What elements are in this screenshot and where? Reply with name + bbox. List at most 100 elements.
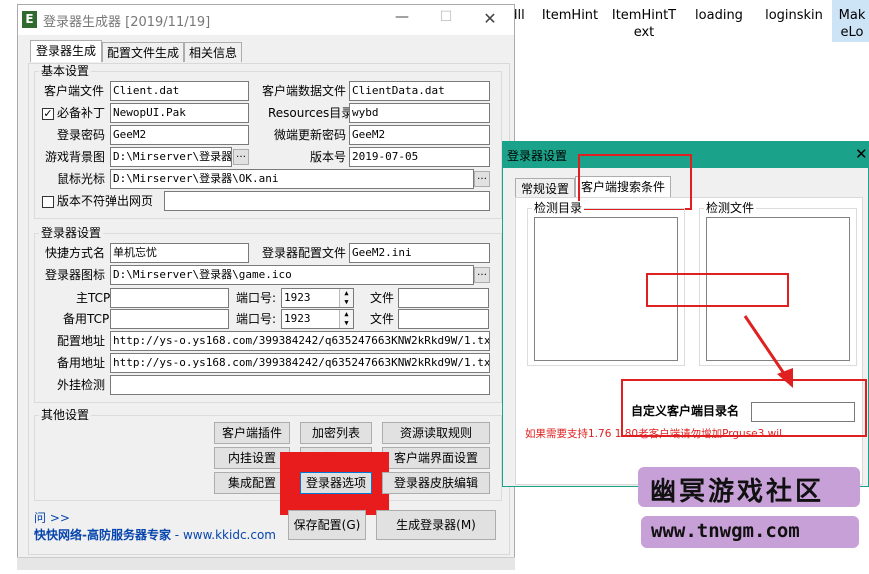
generate-launcher-button[interactable]: 生成登录器(M) bbox=[376, 510, 496, 540]
shortcut-input[interactable]: 单机忘忧 bbox=[110, 243, 249, 263]
patch-input[interactable]: NewopUI.Pak bbox=[110, 103, 249, 123]
backup-file-input[interactable] bbox=[398, 309, 489, 329]
custom-dir-label: 自定义客户端目录名 bbox=[631, 404, 740, 418]
dialog-tab-general[interactable]: 常规设置 bbox=[515, 178, 575, 198]
backup-url-label: 备用地址 bbox=[57, 356, 106, 370]
launcher-config-label: 登录器配置文件 bbox=[262, 246, 347, 260]
backup-port-spin-icon[interactable]: ▲ ▼ bbox=[339, 310, 353, 328]
backup-url-input[interactable]: http://ys-o.ys168.com/399384242/q6352476… bbox=[110, 353, 490, 373]
backup-port-stepper[interactable]: 1923 ▲ ▼ bbox=[281, 309, 354, 329]
client-data-label: 客户端数据文件 bbox=[262, 84, 347, 98]
plugin-check-input[interactable] bbox=[110, 375, 490, 395]
login-settings-title: 登录器设置 bbox=[39, 226, 104, 240]
shortcut-label: 快捷方式名 bbox=[45, 246, 106, 260]
tab-related-info[interactable]: 相关信息 bbox=[184, 42, 242, 62]
client-file-label: 客户端文件 bbox=[44, 84, 105, 98]
micro-update-password-input[interactable]: GeeM2 bbox=[349, 125, 490, 145]
company-website-link[interactable]: www.kkidc.com bbox=[183, 528, 276, 542]
tab-config-generator[interactable]: 配置文件生成 bbox=[102, 42, 184, 62]
watermark-title: 幽冥游戏社区 bbox=[650, 477, 825, 507]
config-url-label: 配置地址 bbox=[57, 334, 106, 348]
main-tcp-input[interactable] bbox=[110, 288, 229, 308]
login-password-input[interactable]: GeeM2 bbox=[110, 125, 249, 145]
dialog-close-icon[interactable]: ✕ bbox=[855, 145, 868, 163]
tab-strip: 登录器生成 配置文件生成 相关信息 bbox=[28, 40, 508, 64]
launcher-config-input[interactable]: GeeM2.ini bbox=[349, 243, 490, 263]
launcher-skin-edit-button[interactable]: 登录器皮肤编辑 bbox=[382, 472, 490, 494]
client-plugin-button[interactable]: 客户端插件 bbox=[214, 422, 290, 444]
client-data-input[interactable]: ClientData.dat bbox=[349, 81, 490, 101]
main-port-value: 1923 bbox=[284, 291, 311, 304]
company-name: 快快网络-高防服务器专家 bbox=[34, 528, 171, 542]
launcher-icon-browse-button[interactable]: … bbox=[474, 267, 490, 283]
other-settings-title: 其他设置 bbox=[39, 408, 92, 422]
company-dash: - bbox=[170, 528, 183, 542]
backup-port-value: 1923 bbox=[284, 312, 311, 325]
cursor-label: 鼠标光标 bbox=[57, 172, 106, 186]
patch-label: 必备补丁 bbox=[57, 106, 106, 120]
plugin-check-label: 外挂检测 bbox=[57, 378, 106, 392]
cursor-input[interactable]: D:\Mirserver\登录器\OK.ani bbox=[110, 169, 474, 189]
no-popup-label: 版本不符弹出网页 bbox=[57, 194, 154, 208]
backup-file-label: 文件 bbox=[370, 312, 395, 326]
desktop-icon-label-makelo: MakeLo bbox=[838, 8, 866, 40]
watermark-title-badge: 幽冥游戏社区 bbox=[638, 467, 860, 507]
main-file-label: 文件 bbox=[370, 291, 395, 305]
resources-label: Resources目录 bbox=[268, 106, 354, 120]
desktop-icon-label-loginskin[interactable]: loginskin bbox=[758, 7, 830, 24]
internal-plugin-button[interactable]: 内挂设置 bbox=[214, 447, 290, 469]
minimize-button[interactable]: — bbox=[390, 9, 414, 25]
version-label: 版本号 bbox=[310, 150, 347, 164]
watermark-url: www.tnwgm.com bbox=[651, 520, 800, 542]
backup-tcp-input[interactable] bbox=[110, 309, 229, 329]
close-button[interactable]: ✕ bbox=[478, 9, 502, 28]
integrated-config-button[interactable]: 集成配置 bbox=[214, 472, 290, 494]
bottom-scroll-strip bbox=[17, 557, 515, 570]
backup-port-label: 端口号: bbox=[236, 312, 277, 326]
launcher-options-button[interactable]: 登录器选项 bbox=[300, 472, 372, 494]
empty-highlight-box bbox=[646, 273, 789, 307]
company-line: 快快网络-高防服务器专家 - www.kkidc.com bbox=[34, 526, 276, 544]
game-bg-label: 游戏背景图 bbox=[45, 150, 106, 164]
tab-highlight-box bbox=[578, 154, 692, 210]
main-file-input[interactable] bbox=[398, 288, 489, 308]
main-port-stepper[interactable]: 1923 ▲ ▼ bbox=[281, 288, 354, 308]
game-bg-input[interactable]: D:\Mirserver\登录器\ bbox=[110, 147, 232, 167]
main-port-spin-icon[interactable]: ▲ ▼ bbox=[339, 289, 353, 307]
launcher-icon-label: 登录器图标 bbox=[45, 268, 106, 282]
no-popup-checkbox[interactable] bbox=[42, 196, 54, 208]
desktop-icon-label-itemhinttext[interactable]: ItemHintText bbox=[610, 7, 678, 41]
maximize-button[interactable]: ☐ bbox=[434, 9, 458, 25]
save-config-button[interactable]: 保存配置(G) bbox=[288, 510, 366, 540]
resources-input[interactable]: wybd bbox=[349, 103, 490, 123]
no-popup-url-input[interactable] bbox=[164, 191, 490, 211]
desktop-icon-makelo[interactable]: MakeLo bbox=[832, 0, 869, 42]
desktop-icon-label-itemhint[interactable]: ItemHint bbox=[538, 7, 602, 24]
desktop-area: dll ItemHint ItemHintText loading logins… bbox=[500, 0, 869, 140]
detect-dir-title: 检测目录 bbox=[532, 201, 585, 215]
basic-settings-title: 基本设置 bbox=[39, 64, 92, 78]
compat-note: 如果需要支持1.76 1.80老客户端请勿增加Prguse3.wil bbox=[525, 428, 783, 440]
encrypt-list-button[interactable]: 加密列表 bbox=[300, 422, 372, 444]
version-input[interactable]: 2019-07-05 bbox=[349, 147, 490, 167]
app-logo-icon: E bbox=[22, 11, 37, 28]
client-file-input[interactable]: Client.dat bbox=[110, 81, 249, 101]
watermark-url-badge: www.tnwgm.com bbox=[641, 516, 859, 548]
custom-dir-input[interactable] bbox=[751, 402, 855, 422]
resource-rules-button[interactable]: 资源读取规则 bbox=[382, 422, 490, 444]
main-tcp-label: 主TCP bbox=[76, 291, 111, 305]
cursor-browse-button[interactable]: … bbox=[474, 171, 490, 187]
dialog-title: 登录器设置 bbox=[507, 149, 568, 163]
tab-login-generator[interactable]: 登录器生成 bbox=[30, 40, 102, 62]
main-port-label: 端口号: bbox=[236, 291, 277, 305]
patch-checkbox[interactable]: ✓ bbox=[42, 108, 54, 120]
detect-file-title: 检测文件 bbox=[704, 201, 757, 215]
game-bg-browse-button[interactable]: … bbox=[233, 149, 249, 165]
window-title: 登录器生成器 [2019/11/19] bbox=[43, 15, 211, 30]
micro-update-password-label: 微端更新密码 bbox=[274, 128, 347, 142]
desktop-icon-label-loading[interactable]: loading bbox=[686, 7, 752, 24]
ask-link[interactable]: 问 >> bbox=[34, 509, 70, 527]
client-ui-settings-button[interactable]: 客户端界面设置 bbox=[382, 447, 490, 469]
config-url-input[interactable]: http://ys-o.ys168.com/399384242/q6352476… bbox=[110, 331, 490, 351]
launcher-icon-input[interactable]: D:\Mirserver\登录器\game.ico bbox=[110, 265, 474, 285]
